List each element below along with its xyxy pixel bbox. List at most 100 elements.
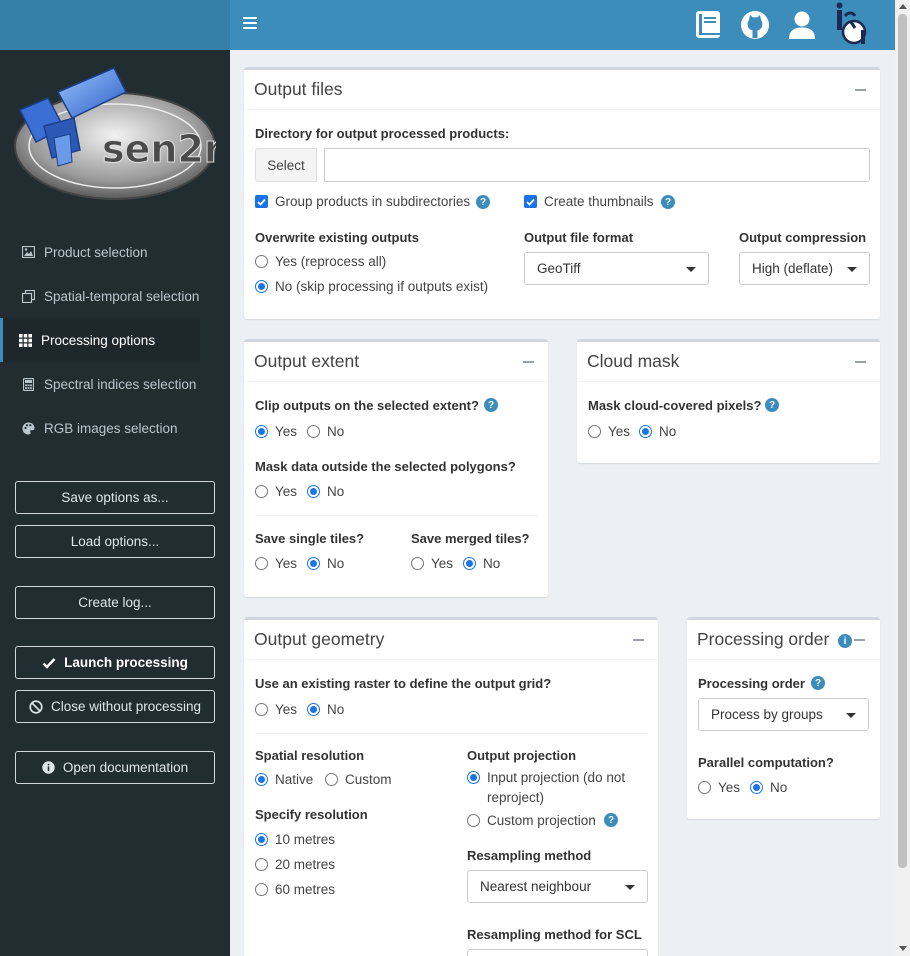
checked-checkbox-icon (524, 195, 537, 208)
sidebar-brand-bar (0, 0, 230, 50)
create-log-button[interactable]: Create log... (15, 586, 215, 619)
sidebar-item-processing-options[interactable]: Processing options (0, 318, 200, 362)
projection-input-radio[interactable]: Input projection (do not reproject) (467, 768, 625, 808)
info-icon[interactable]: i (838, 634, 852, 648)
question-help-icon[interactable]: ? (484, 398, 498, 412)
processing-order-select[interactable]: Process by groups (698, 698, 869, 731)
collapse-minus-icon[interactable] (854, 639, 865, 641)
output-geometry-box: Output geometry Use an existing raster t… (244, 617, 658, 956)
mask-cloud-no-radio[interactable]: No (639, 424, 676, 439)
close-without-processing-button[interactable]: Close without processing (15, 690, 215, 723)
sidebar-item-label: Spectral indices selection (44, 376, 197, 392)
output-compression-label: Output compression (739, 230, 867, 245)
sidebar-item-rgb-images[interactable]: RGB images selection (0, 406, 230, 450)
save-options-button[interactable]: Save options as... (15, 481, 215, 514)
collapse-minus-icon[interactable] (855, 89, 866, 91)
mask-polygons-label: Mask data outside the selected polygons? (255, 459, 516, 474)
grid-icon (18, 333, 32, 347)
box-title: Output geometry (254, 629, 385, 649)
output-extent-box: Output extent Clip outputs on the select… (244, 339, 548, 597)
question-help-icon[interactable]: ? (476, 195, 490, 209)
merged-tiles-no-radio[interactable]: No (463, 556, 500, 571)
processing-order-header: Processing order i (687, 620, 880, 660)
divider (255, 733, 648, 734)
question-help-icon[interactable]: ? (765, 398, 779, 412)
resolution-custom-radio[interactable]: Custom (325, 772, 392, 787)
question-help-icon[interactable]: ? (811, 676, 825, 690)
clip-yes-radio[interactable]: Yes (255, 424, 297, 439)
sidebar-item-label: RGB images selection (44, 420, 178, 436)
scrollbar-thumb[interactable] (898, 14, 907, 868)
scroll-up-arrow-icon[interactable] (899, 4, 907, 9)
mask-cloud-yes-radio[interactable]: Yes (588, 424, 630, 439)
page-scrollbar[interactable] (895, 0, 910, 956)
launch-processing-button[interactable]: Launch processing (15, 646, 215, 679)
launch-processing-label: Launch processing (64, 655, 188, 670)
resampling-scl-select[interactable] (467, 949, 648, 956)
ban-icon (29, 699, 43, 714)
image-icon (21, 245, 35, 259)
caret-down-icon (846, 713, 856, 718)
sidebar-item-label: Processing options (41, 332, 156, 348)
scroll-down-arrow-icon[interactable] (899, 946, 907, 951)
check-icon (42, 657, 56, 669)
overwrite-yes-radio[interactable]: Yes (reprocess all) (255, 254, 386, 269)
output-compression-select[interactable]: High (deflate) (739, 252, 870, 285)
processing-order-box: Processing order i Processing order ? Pr… (687, 617, 880, 819)
group-products-label: Group products in subdirectories (275, 194, 471, 209)
box-title: Output files (254, 79, 343, 99)
question-help-icon[interactable]: ? (661, 195, 675, 209)
caret-down-icon (625, 885, 635, 890)
top-header (230, 0, 910, 50)
collapse-minus-icon[interactable] (523, 361, 534, 363)
parallel-no-radio[interactable]: No (750, 780, 787, 795)
load-options-button[interactable]: Load options... (15, 525, 215, 558)
existing-raster-label: Use an existing raster to define the out… (255, 676, 552, 691)
resolution-60m-radio[interactable]: 60 metres (255, 882, 335, 897)
overwrite-no-radio[interactable]: No (skip processing if outputs exist) (255, 279, 488, 294)
sidebar-item-label: Spatial-temporal selection (44, 288, 200, 304)
output-format-select[interactable]: GeoTiff (524, 252, 709, 285)
resolution-native-radio[interactable]: Native (255, 772, 313, 787)
sidebar-item-spatial-temporal[interactable]: Spatial-temporal selection (0, 274, 230, 318)
processing-order-label: Processing order (698, 676, 805, 691)
resolution-10m-radio[interactable]: 10 metres (255, 832, 335, 847)
merged-tiles-yes-radio[interactable]: Yes (411, 556, 453, 571)
collapse-minus-icon[interactable] (633, 639, 644, 641)
hamburger-menu-icon[interactable] (243, 17, 257, 31)
output-projection-label: Output projection (467, 748, 577, 763)
directory-input[interactable] (324, 148, 870, 182)
create-thumbnails-checkbox[interactable]: Create thumbnails (524, 194, 654, 209)
palette-icon (21, 421, 35, 435)
clip-no-radio[interactable]: No (307, 424, 344, 439)
resolution-20m-radio[interactable]: 20 metres (255, 857, 335, 872)
box-title: Cloud mask (587, 351, 680, 371)
sidebar-nav: Product selection Spatial-temporal selec… (0, 230, 230, 450)
sidebar-item-product-selection[interactable]: Product selection (0, 230, 230, 274)
projection-custom-radio[interactable]: Custom projection (467, 813, 596, 828)
single-tiles-yes-radio[interactable]: Yes (255, 556, 297, 571)
sidebar: sen2r Product selection Spatial-temporal… (0, 0, 230, 956)
directory-label: Directory for output processed products: (255, 126, 510, 141)
create-thumbnails-label: Create thumbnails (544, 194, 654, 209)
resampling-method-select[interactable]: Nearest neighbour (467, 870, 648, 903)
collapse-minus-icon[interactable] (855, 361, 866, 363)
caret-down-icon (686, 267, 696, 272)
user-icon[interactable] (787, 9, 817, 41)
open-documentation-button[interactable]: Open documentation (15, 751, 215, 784)
mask-polygons-no-radio[interactable]: No (307, 484, 344, 499)
question-help-icon[interactable]: ? (604, 813, 618, 827)
raster-yes-radio[interactable]: Yes (255, 702, 297, 717)
select-directory-button[interactable]: Select (255, 148, 317, 182)
parallel-yes-radio[interactable]: Yes (698, 780, 740, 795)
mask-polygons-yes-radio[interactable]: Yes (255, 484, 297, 499)
sidebar-item-spectral-indices[interactable]: Spectral indices selection (0, 362, 230, 406)
irea-logo-icon[interactable] (833, 2, 867, 48)
book-icon[interactable] (693, 9, 723, 41)
group-products-checkbox[interactable]: Group products in subdirectories (255, 194, 470, 209)
single-tiles-no-radio[interactable]: No (307, 556, 344, 571)
divider (255, 515, 538, 516)
github-icon[interactable] (740, 9, 770, 41)
svg-text:sen2r: sen2r (102, 127, 216, 171)
raster-no-radio[interactable]: No (307, 702, 344, 717)
